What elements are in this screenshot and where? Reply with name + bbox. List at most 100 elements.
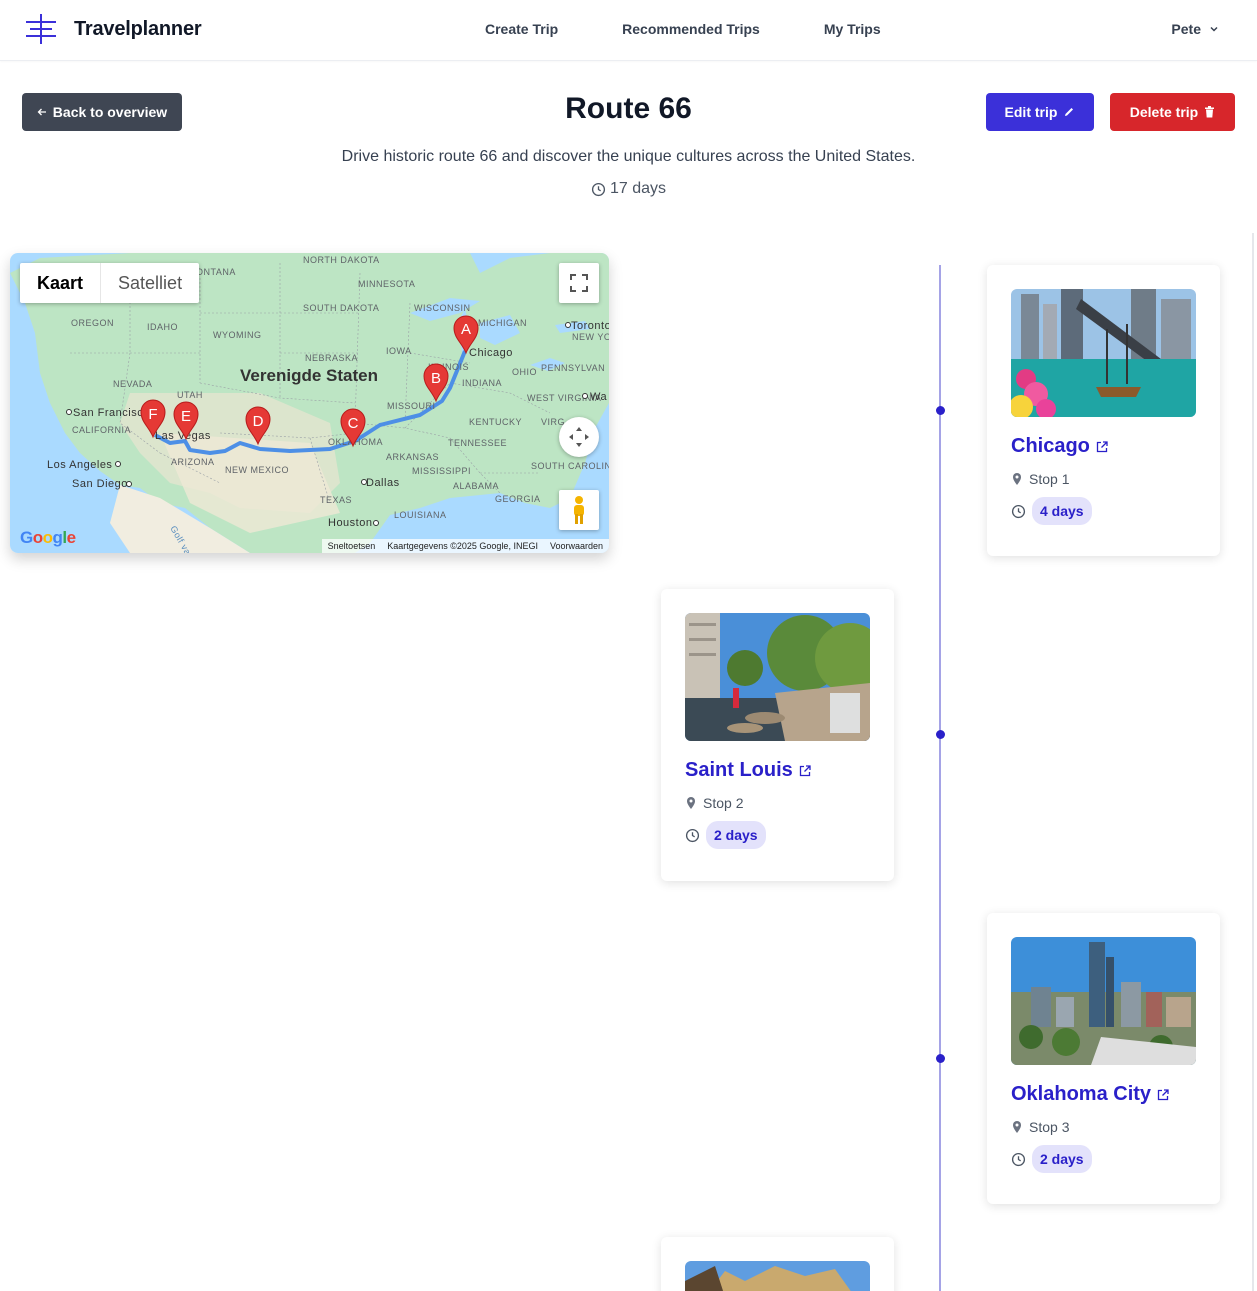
svg-text:F: F bbox=[148, 406, 157, 423]
map-label: MISSISSIPPI bbox=[412, 466, 471, 476]
map-label: OHIO bbox=[512, 367, 537, 377]
svg-text:A: A bbox=[461, 321, 471, 338]
keyboard-shortcuts-link[interactable]: Sneltoetsen bbox=[328, 541, 376, 551]
main-nav: Create Trip Recommended Trips My Trips bbox=[485, 21, 881, 37]
stop-link-saint-louis[interactable]: Saint Louis bbox=[685, 759, 811, 782]
user-menu[interactable]: Pete bbox=[1171, 21, 1219, 37]
stop-link-oklahoma-city[interactable]: Oklahoma City bbox=[1011, 1083, 1169, 1106]
map-label: INDIANA bbox=[462, 378, 502, 388]
fullscreen-icon bbox=[570, 274, 588, 292]
scroll-track[interactable] bbox=[1252, 233, 1254, 1291]
map-label: ALABAMA bbox=[453, 481, 499, 491]
map-label: LOUISIANA bbox=[394, 510, 447, 520]
clock-icon bbox=[1011, 1152, 1026, 1166]
map-label: Chicago bbox=[469, 347, 513, 359]
terms-link[interactable]: Voorwaarden bbox=[550, 541, 603, 551]
map-pin-icon bbox=[687, 797, 695, 809]
stop-duration: 2 days bbox=[1011, 1145, 1092, 1173]
svg-text:B: B bbox=[431, 370, 441, 387]
fullscreen-button[interactable] bbox=[559, 263, 599, 303]
edit-trip-button[interactable]: Edit trip bbox=[986, 93, 1094, 131]
days-badge: 4 days bbox=[1032, 497, 1092, 525]
map-label: GEORGIA bbox=[495, 494, 541, 504]
timeline-dot bbox=[935, 730, 945, 739]
external-link-icon bbox=[1157, 1088, 1169, 1100]
map-label: NEW MEXICO bbox=[225, 465, 289, 475]
svg-text:C: C bbox=[348, 415, 359, 432]
map-label: MISSOURI bbox=[387, 401, 436, 411]
map-type-control: Kaart Satelliet bbox=[20, 263, 200, 303]
brand[interactable]: Travelplanner bbox=[24, 12, 202, 46]
nav-create-trip[interactable]: Create Trip bbox=[485, 21, 558, 37]
trip-duration-text: 17 days bbox=[609, 180, 667, 197]
stop-card-chicago: Chicago Stop 1 4 days bbox=[987, 265, 1220, 556]
google-logo: Google bbox=[20, 528, 76, 547]
stop-image-saint-louis bbox=[685, 613, 870, 741]
external-link-icon bbox=[1096, 440, 1108, 452]
nav-my-trips[interactable]: My Trips bbox=[824, 21, 881, 37]
pegman-icon bbox=[574, 496, 584, 524]
stop-number-text: Stop 3 bbox=[1029, 1119, 1070, 1135]
map-data-attribution: Kaartgegevens ©2025 Google, INEGI bbox=[387, 541, 538, 551]
map-label: PENNSYLVAN bbox=[541, 363, 605, 373]
stop-duration: 2 days bbox=[685, 821, 766, 849]
map-label: SOUTH CAROLINA bbox=[531, 461, 609, 471]
map-pin-icon bbox=[1013, 473, 1021, 485]
map-label: NEW YOR bbox=[572, 332, 609, 342]
timeline-line bbox=[939, 265, 941, 1291]
stop-link-chicago[interactable]: Chicago bbox=[1011, 435, 1108, 458]
clock-icon bbox=[1011, 504, 1026, 518]
trip-duration: 17 days bbox=[0, 180, 1257, 198]
stop-duration: 4 days bbox=[1011, 497, 1092, 525]
map-label: San Diego bbox=[72, 478, 128, 490]
clock-icon bbox=[591, 182, 606, 196]
svg-text:E: E bbox=[181, 408, 191, 425]
map-label: Wa bbox=[590, 391, 607, 403]
stop-number-text: Stop 1 bbox=[1029, 471, 1070, 487]
map-label: NEBRASKA bbox=[305, 353, 358, 363]
map-footer: Sneltoetsen Kaartgegevens ©2025 Google, … bbox=[321, 539, 609, 553]
delete-label: Delete trip bbox=[1129, 104, 1199, 120]
map-label: WISCONSIN bbox=[414, 303, 471, 313]
map-label: KENTUCKY bbox=[469, 417, 522, 427]
stop-number-text: Stop 2 bbox=[703, 795, 744, 811]
stop-number: Stop 2 bbox=[685, 795, 743, 811]
map-label: CALIFORNIA bbox=[72, 425, 131, 435]
user-name: Pete bbox=[1171, 21, 1201, 37]
stop-card-oklahoma-city: Oklahoma City Stop 3 2 days bbox=[987, 913, 1220, 1204]
map-label: Toronto bbox=[571, 320, 609, 332]
stop-image-chicago bbox=[1011, 289, 1196, 417]
map-label: IDAHO bbox=[147, 322, 178, 332]
days-badge: 2 days bbox=[1032, 1145, 1092, 1173]
map-country-label: Verenigde Staten bbox=[240, 366, 378, 385]
route-map[interactable]: NORTH DAKOTA MONTANA MINNESOTA OREGON ID… bbox=[10, 253, 609, 553]
map-type-kaart-button[interactable]: Kaart bbox=[20, 263, 102, 303]
top-navbar: Travelplanner Create Trip Recommended Tr… bbox=[0, 0, 1257, 61]
stop-card-saint-louis: Saint Louis Stop 2 2 days bbox=[661, 589, 894, 881]
nav-recommended-trips[interactable]: Recommended Trips bbox=[622, 21, 760, 37]
pan-arrows-icon bbox=[569, 427, 589, 447]
map-label: MINNESOTA bbox=[358, 279, 415, 289]
map-label: NORTH DAKOTA bbox=[303, 255, 380, 265]
stop-card-next bbox=[661, 1237, 894, 1291]
map-label: Houston bbox=[328, 517, 372, 529]
map-pin-icon bbox=[1013, 1121, 1021, 1133]
map-label: Dallas bbox=[366, 477, 400, 489]
street-view-pegman-button[interactable] bbox=[559, 490, 599, 530]
stop-name: Chicago bbox=[1011, 435, 1090, 457]
camera-control-button[interactable] bbox=[559, 417, 599, 457]
chevron-down-icon bbox=[1210, 26, 1218, 32]
timeline-dot bbox=[935, 406, 945, 415]
map-label: NEVADA bbox=[113, 379, 152, 389]
stop-number: Stop 1 bbox=[1011, 471, 1069, 487]
map-label: OREGON bbox=[71, 318, 114, 328]
trash-icon bbox=[1205, 106, 1215, 118]
map-type-satellite-button[interactable]: Satelliet bbox=[101, 263, 199, 303]
delete-trip-button[interactable]: Delete trip bbox=[1110, 93, 1235, 131]
timeline-dot bbox=[935, 1054, 945, 1063]
map-label: SOUTH DAKOTA bbox=[303, 303, 379, 313]
stop-image-next bbox=[685, 1261, 870, 1291]
clock-icon bbox=[685, 828, 700, 842]
map-label: TENNESSEE bbox=[448, 438, 507, 448]
map-label: IOWA bbox=[386, 346, 412, 356]
